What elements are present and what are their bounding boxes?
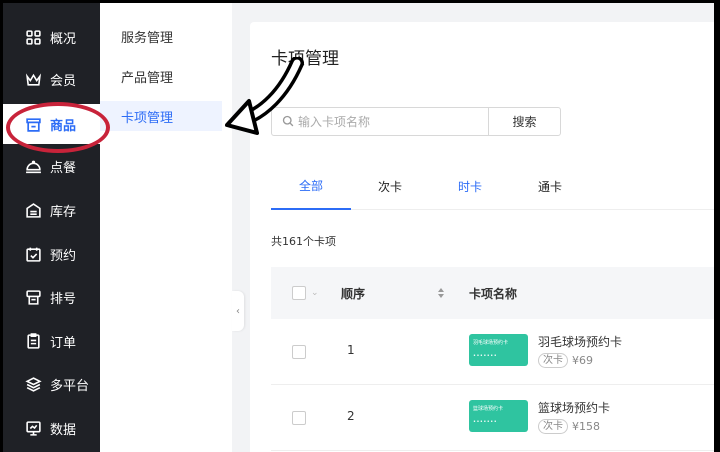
card-price: ¥158 <box>572 420 600 433</box>
table-header: ⌄ 顺序 卡项名称 <box>271 267 714 319</box>
main-nav: 概况 会员 商品 点餐 库存 预约 排号 订单 多平台 数据 <box>3 3 100 452</box>
subnav-item-product[interactable]: 产品管理 <box>100 61 222 91</box>
nav-label: 概况 <box>50 31 77 47</box>
card-name[interactable]: 篮球场预约卡 <box>538 399 610 416</box>
tab-time-card[interactable]: 时卡 <box>439 162 501 210</box>
header-name: 卡项名称 <box>469 286 518 301</box>
nav-item-orders[interactable]: 订单 <box>3 321 100 361</box>
card-type-tag: 次卡 <box>538 353 568 368</box>
nav-item-booking[interactable]: 预约 <box>3 234 100 274</box>
crown-icon <box>24 70 42 88</box>
table-row[interactable]: 1 羽毛球场预约卡 ••••••• 羽毛球场预约卡 次卡 ¥69 <box>271 319 714 385</box>
layers-icon <box>24 375 42 393</box>
highlight-ellipse <box>6 102 110 153</box>
nav-label: 多平台 <box>50 378 90 394</box>
nav-label: 排号 <box>50 291 77 307</box>
main-panel: 卡项管理 搜索 全部 次卡 时卡 通卡 共161个卡项 ⌄ 顺序 <box>250 22 714 452</box>
card-type-tag: 次卡 <box>538 419 568 434</box>
card-name[interactable]: 羽毛球场预约卡 <box>538 333 622 350</box>
queue-icon <box>24 288 42 306</box>
nav-label: 库存 <box>50 204 77 220</box>
thumb-title: 篮球场预约卡 <box>473 406 504 412</box>
chevron-left-icon: ‹ <box>236 305 240 317</box>
row-checkbox[interactable] <box>292 345 306 359</box>
app-window: 概况 会员 商品 点餐 库存 预约 排号 订单 多平台 数据 服务管理 产品管理… <box>3 3 714 452</box>
thumb-dots: ••••••• <box>473 419 498 425</box>
row-order: 2 <box>347 409 355 423</box>
nav-item-member[interactable]: 会员 <box>3 59 100 99</box>
inventory-icon <box>24 201 42 219</box>
nav-label: 点餐 <box>50 160 77 176</box>
card-thumbnail: 篮球场预约卡 ••••••• <box>469 400 528 432</box>
chevron-down-icon[interactable]: ⌄ <box>311 288 319 298</box>
nav-item-inventory[interactable]: 库存 <box>3 190 100 230</box>
subnav-item-service[interactable]: 服务管理 <box>100 21 222 51</box>
nav-item-overview[interactable]: 概况 <box>3 17 100 57</box>
dish-icon <box>24 157 42 175</box>
tab-count-card[interactable]: 次卡 <box>359 162 421 210</box>
thumb-dots: ••••••• <box>473 353 498 359</box>
card-thumbnail: 羽毛球场预约卡 ••••••• <box>469 334 528 366</box>
grid-icon <box>24 28 42 46</box>
sub-nav: 服务管理 产品管理 卡项管理 <box>100 3 232 452</box>
nav-label: 订单 <box>50 335 77 351</box>
thumb-title: 羽毛球场预约卡 <box>473 340 509 346</box>
table-row[interactable]: 2 篮球场预约卡 ••••••• 篮球场预约卡 次卡 ¥158 <box>271 385 714 451</box>
search-input[interactable] <box>298 114 488 129</box>
nav-item-data[interactable]: 数据 <box>3 408 100 448</box>
row-checkbox[interactable] <box>292 411 306 425</box>
order-icon <box>24 332 42 350</box>
select-all-checkbox[interactable] <box>292 286 306 300</box>
card-meta: 次卡 ¥158 <box>538 419 600 434</box>
monitor-icon <box>24 419 42 437</box>
nav-item-multiplatform[interactable]: 多平台 <box>3 364 100 404</box>
header-order: 顺序 <box>341 286 366 301</box>
select-all[interactable]: ⌄ <box>292 267 319 319</box>
search-button[interactable]: 搜索 <box>488 107 561 136</box>
nav-label: 会员 <box>50 73 77 89</box>
calendar-icon <box>24 245 42 263</box>
nav-item-queue[interactable]: 排号 <box>3 277 100 317</box>
subnav-item-card[interactable]: 卡项管理 <box>100 101 222 131</box>
sort-icon[interactable] <box>437 267 445 319</box>
nav-label: 预约 <box>50 248 77 264</box>
tab-all[interactable]: 全部 <box>271 162 351 210</box>
tab-general-card[interactable]: 通卡 <box>519 162 581 210</box>
total-count: 共161个卡项 <box>271 235 336 248</box>
card-type-tabs: 全部 次卡 时卡 通卡 <box>271 162 714 210</box>
card-meta: 次卡 ¥69 <box>538 353 593 368</box>
collapse-handle[interactable]: ‹ <box>232 291 244 331</box>
row-order: 1 <box>347 343 355 357</box>
nav-label: 数据 <box>50 422 77 438</box>
card-price: ¥69 <box>572 354 593 367</box>
pointer-arrow-icon <box>225 57 304 135</box>
